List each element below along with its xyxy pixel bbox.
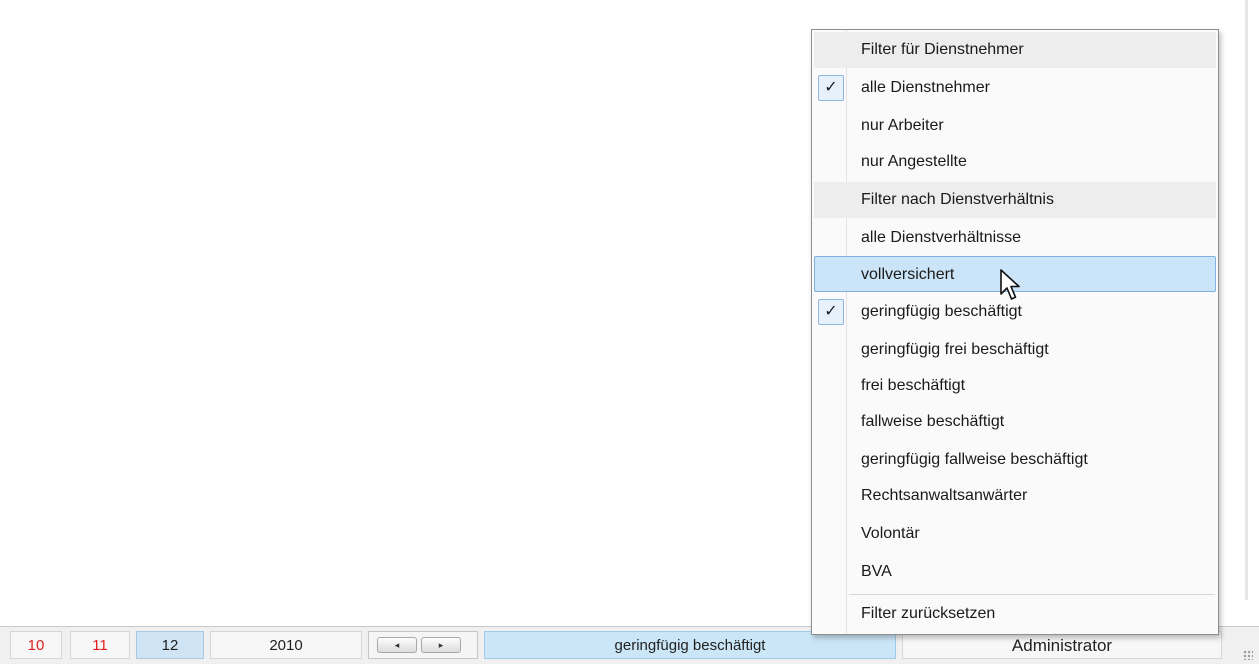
checkmark-icon: ✓ [818,299,844,325]
menu-item-volunteer[interactable]: Volontär [814,516,1216,552]
menu-item-reset-filter[interactable]: Filter zurücksetzen [814,596,1216,632]
menu-item-only-employees[interactable]: nur Angestellte [814,144,1216,180]
menu-header-employee-filter: Filter für Dienstnehmer [814,32,1216,68]
menu-separator [849,594,1215,595]
menu-item-trainee-lawyer[interactable]: Rechtsanwaltsanwärter [814,478,1216,514]
month-12-cell[interactable]: 12 [136,631,204,659]
menu-item-occasional[interactable]: fallweise beschäftigt [814,404,1216,440]
previous-button[interactable]: ◂ [377,637,417,653]
mouse-pointer-icon [1000,269,1020,300]
menu-item-only-workers[interactable]: nur Arbeiter [814,108,1216,144]
window-right-edge [1238,0,1259,663]
triangle-right-icon: ▸ [438,640,444,650]
user-status: Administrator [902,631,1222,659]
menu-header-employment-filter: Filter nach Dienstverhältnis [814,182,1216,218]
menu-item-bva[interactable]: BVA [814,554,1216,590]
resize-grip-icon[interactable] [1243,650,1253,660]
checkmark-icon: ✓ [818,75,844,101]
active-filter-status[interactable]: geringfügig beschäftigt [484,631,896,659]
month-10-cell[interactable]: 10 [10,631,62,659]
menu-item-all-employees[interactable]: ✓ alle Dienstnehmer [814,70,1216,106]
next-button[interactable]: ▸ [421,637,461,653]
menu-item-marginal-occasional[interactable]: geringfügig fallweise beschäftigt [814,442,1216,478]
filter-context-menu: Filter für Dienstnehmer ✓ alle Dienstneh… [811,29,1219,635]
triangle-left-icon: ◂ [394,640,400,650]
menu-item-all-employment[interactable]: alle Dienstverhältnisse [814,220,1216,256]
year-field[interactable]: 2010 [210,631,362,659]
menu-item-free[interactable]: frei beschäftigt [814,368,1216,404]
month-11-cell[interactable]: 11 [70,631,130,659]
menu-item-marginal-free[interactable]: geringfügig frei beschäftigt [814,332,1216,368]
period-navigator: ◂ ▸ [368,631,478,659]
